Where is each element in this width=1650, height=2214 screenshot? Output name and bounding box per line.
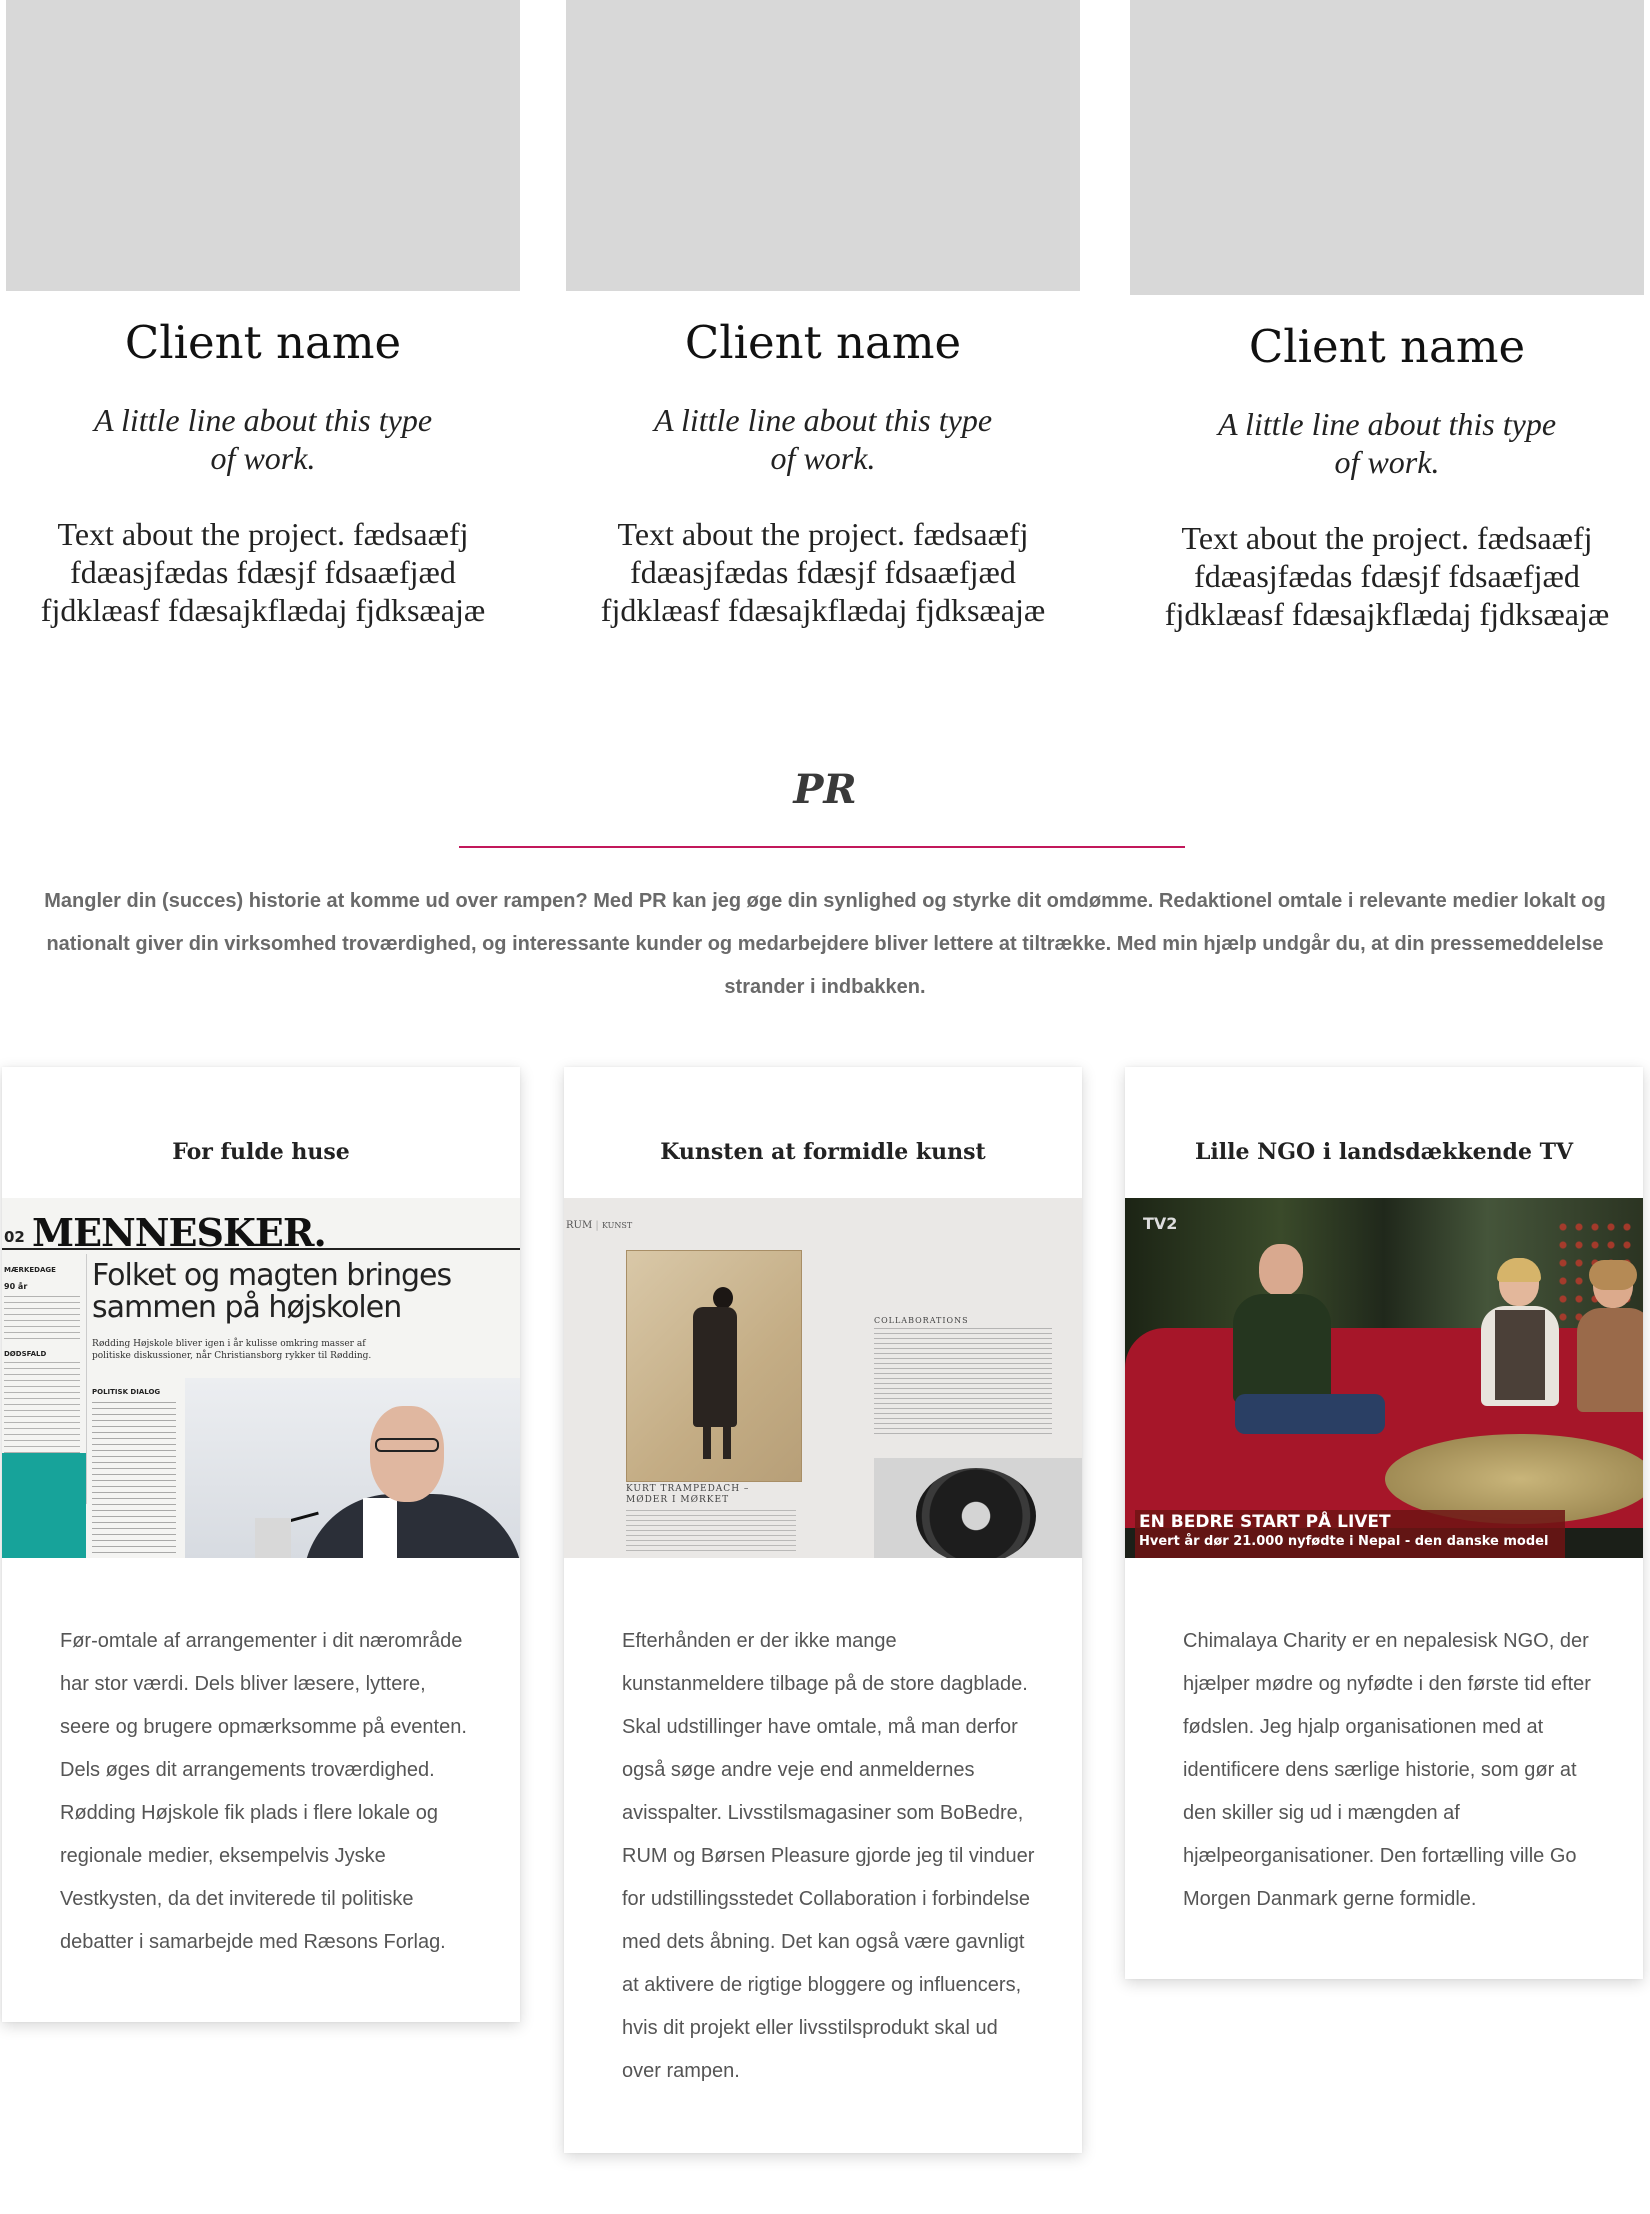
case-body-text: Chimalaya Charity er en nepalesisk NGO, … <box>1183 1630 1591 1910</box>
pr-intro-text: Mangler din (succes) historie at komme u… <box>44 890 1606 998</box>
magazine-spread-image: RUM | KUNST KURT TRAMPEDACH – MØDER I MØ… <box>564 1198 1082 1558</box>
magazine-name: RUM <box>566 1220 593 1231</box>
case-card-1: For fulde huse 02 MENNESKER. MÆRKEDAGE 9… <box>2 1067 520 2022</box>
client-name: Client name <box>684 316 962 369</box>
kicker: Rødding Højskole bliver igen i år kuliss… <box>92 1339 372 1361</box>
client-tagline: A little line about this type of work. <box>1217 406 1557 480</box>
client-card-2: Client name A little line about this typ… <box>566 0 1080 629</box>
pr-heading: PR <box>793 766 857 813</box>
client-tagline: A little line about this type of work. <box>93 402 433 476</box>
lower-third-subtitle: Hvert år dør 21.000 nyfødte i Nepal - de… <box>1139 1534 1549 1549</box>
case-card-3: Lille NGO i landsdækkende TV TV2 EN BEDR… <box>1125 1067 1643 1979</box>
case-title: Lille NGO i landsdækkende TV <box>1194 1139 1574 1165</box>
channel-logo: TV2 <box>1143 1214 1178 1233</box>
client-tagline: A little line about this type of work. <box>653 402 993 476</box>
client-name: Client name <box>124 316 402 369</box>
project-text: Text about the project. fædsaæfj fdæasjf… <box>40 516 486 628</box>
section-label: POLITISK DIALOG <box>92 1388 161 1396</box>
case-card-2: Kunsten at formidle kunst RUM | KUNST KU… <box>564 1067 1082 2153</box>
host-man <box>1225 1244 1385 1534</box>
tv-studio-image: TV2 EN BEDRE START PÅ LIVET Hvert år dør… <box>1125 1198 1643 1558</box>
case-body-text: Efterhånden er der ikke mange kunstanmel… <box>622 1630 1035 2082</box>
guest-woman-1 <box>1475 1258 1565 1458</box>
masthead: MENNESKER. <box>32 1210 327 1255</box>
pr-divider <box>459 846 1185 848</box>
case-title: Kunsten at formidle kunst <box>660 1139 986 1165</box>
sidebar-heading: MÆRKEDAGE <box>4 1266 56 1274</box>
article-caption: KURT TRAMPEDACH – MØDER I MØRKET <box>626 1484 750 1505</box>
painting <box>626 1250 802 1482</box>
newspaper-clipping-image: 02 MENNESKER. MÆRKEDAGE 90 år DØDSFALD F… <box>2 1198 520 1558</box>
guest-woman-2 <box>1573 1260 1643 1460</box>
project-text: Text about the project. fædsaæfj fdæasjf… <box>1164 520 1610 632</box>
client-card-1: Client name A little line about this typ… <box>6 0 520 629</box>
article-section-title: COLLABORATIONS <box>874 1316 969 1325</box>
sidebar-subheading: 90 år <box>4 1282 28 1291</box>
magazine-section: KUNST <box>601 1221 633 1230</box>
magazine-header: RUM | KUNST <box>566 1220 633 1231</box>
headline: Folket og magten bringes sammen på højsk… <box>92 1258 452 1325</box>
case-title: For fulde huse <box>172 1139 350 1165</box>
case-body-text: Før-omtale af arrangementer i dit næromr… <box>60 1630 467 1953</box>
client-image-placeholder <box>6 0 520 291</box>
page-number: 02 <box>4 1228 25 1246</box>
client-image-placeholder <box>1130 0 1644 295</box>
client-image-placeholder <box>566 0 1080 291</box>
sidebar-heading: DØDSFALD <box>4 1350 47 1358</box>
project-text: Text about the project. fædsaæfj fdæasjf… <box>600 516 1046 628</box>
speaker-photo <box>185 1378 520 1558</box>
client-name: Client name <box>1248 320 1526 373</box>
client-card-3: Client name A little line about this typ… <box>1130 0 1644 633</box>
sculpture-photo <box>874 1458 1082 1558</box>
lower-third-title: EN BEDRE START PÅ LIVET <box>1139 1512 1391 1532</box>
